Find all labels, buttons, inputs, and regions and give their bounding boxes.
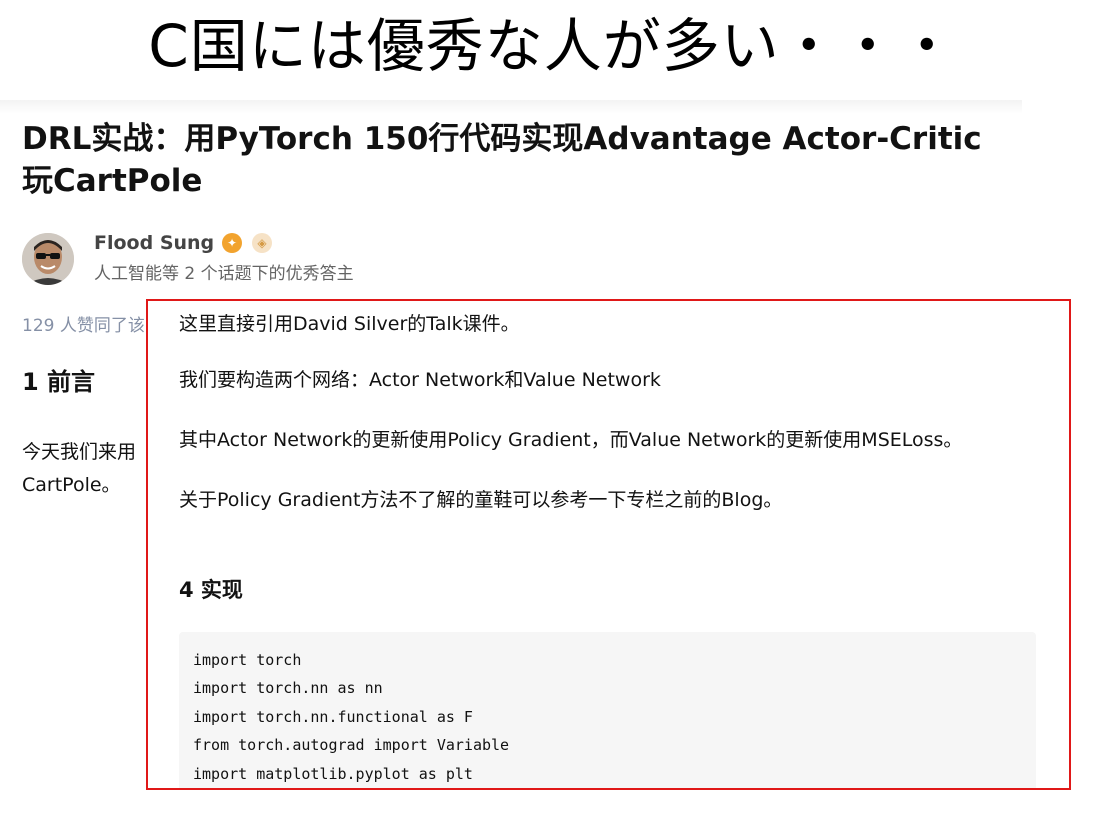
top-strip [0,100,1022,114]
author-name[interactable]: Flood Sung [94,230,214,256]
slide-title: C国には優秀な人が多い・・・ [148,12,957,80]
intro-line2: CartPole。 [22,474,121,496]
excerpt-paragraph-1: 这里直接引用David Silver的Talk课件。 [179,313,520,335]
excellent-answerer-icon: ✦ [222,233,242,253]
org-certified-icon: ◈ [252,233,272,253]
implementation-heading: 4 实现 [179,578,243,602]
excerpt-paragraph-4: 关于Policy Gradient方法不了解的童鞋可以参考一下专栏之前的Blog… [179,489,783,511]
avatar[interactable] [22,233,74,285]
code-line: import torch.nn.functional as F [193,708,473,726]
code-line: from torch.autograd import Variable [193,736,510,754]
article-title-line2: 玩CartPole [22,163,203,199]
code-line: import torch [193,651,302,669]
article-title: DRL实战：用PyTorch 150行代码实现Advantage Actor-C… [22,118,1012,202]
code-block: import torch import torch.nn as nn impor… [179,632,1036,788]
highlighted-excerpt: 这里直接引用David Silver的Talk课件。 我们要构造两个网络：Act… [146,299,1071,790]
intro-paragraph: 今天我们来用 CartPole。 [22,436,136,502]
excerpt-paragraph-2: 我们要构造两个网络：Actor Network和Value Network [179,369,661,391]
author-description: 人工智能等 2 个话题下的优秀答主 [94,264,354,284]
section-heading: 1 前言 [22,368,96,396]
likes-count: 129 人赞同了该 [22,316,145,336]
code-line: import torch.nn as nn [193,679,383,697]
code-line: import matplotlib.pyplot as plt [193,765,473,783]
intro-line1: 今天我们来用 [22,441,137,463]
excerpt-paragraph-3: 其中Actor Network的更新使用Policy Gradient，而Val… [179,429,963,451]
article-title-line1: DRL实战：用PyTorch 150行代码实现Advantage Actor-C… [22,121,982,157]
